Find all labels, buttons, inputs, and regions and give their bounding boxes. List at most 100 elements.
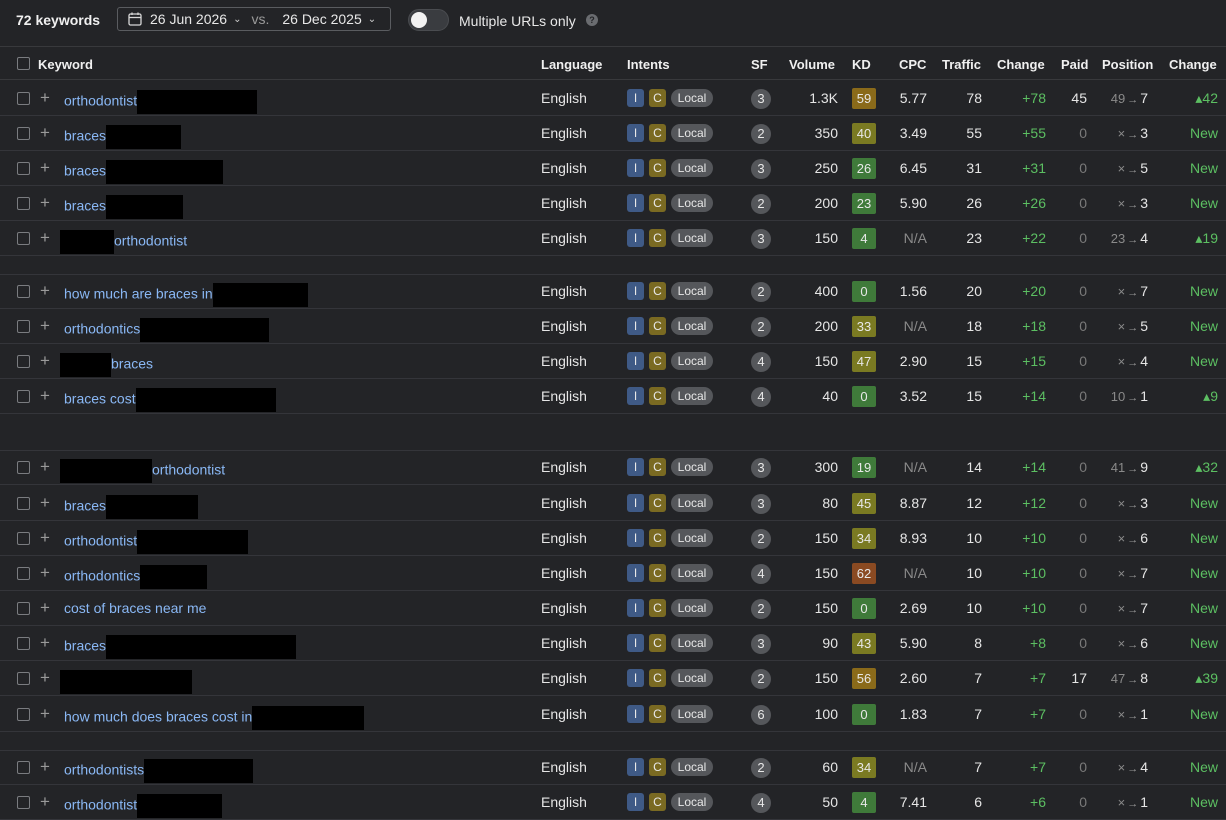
row-checkbox[interactable] xyxy=(17,602,30,615)
add-icon[interactable]: + xyxy=(40,158,50,178)
serp-features-count[interactable]: 2 xyxy=(751,599,771,619)
row-checkbox[interactable] xyxy=(17,162,30,175)
add-icon[interactable]: + xyxy=(40,123,50,143)
keyword-link[interactable]: braces xyxy=(64,635,297,659)
keyword-link[interactable]: orthodontist xyxy=(64,530,249,554)
col-change[interactable]: Change xyxy=(997,57,1045,72)
keyword-link[interactable] xyxy=(60,670,192,694)
paid-traffic: 0 xyxy=(1079,565,1087,581)
row-checkbox[interactable] xyxy=(17,567,30,580)
row-checkbox[interactable] xyxy=(17,390,30,403)
serp-features-count[interactable]: 4 xyxy=(751,564,771,584)
row-checkbox[interactable] xyxy=(17,761,30,774)
col-position-change[interactable]: Change xyxy=(1169,57,1217,72)
add-icon[interactable]: + xyxy=(40,668,50,688)
serp-features-count[interactable]: 2 xyxy=(751,282,771,302)
date-range-picker[interactable]: 26 Jun 2026 ⌄ vs. 26 Dec 2025 ⌄ xyxy=(117,7,391,31)
keyword-link[interactable]: braces cost xyxy=(64,388,276,412)
add-icon[interactable]: + xyxy=(40,351,50,371)
add-icon[interactable]: + xyxy=(40,281,50,301)
help-icon[interactable]: ? xyxy=(586,14,598,26)
keyword-link[interactable]: how much are braces in xyxy=(64,283,308,307)
row-checkbox[interactable] xyxy=(17,320,30,333)
serp-features-count[interactable]: 6 xyxy=(751,705,771,725)
keyword-link[interactable]: braces xyxy=(64,495,199,519)
add-icon[interactable]: + xyxy=(40,792,50,812)
serp-features-count[interactable]: 2 xyxy=(751,317,771,337)
serp-features-count[interactable]: 2 xyxy=(751,124,771,144)
serp-features-count[interactable]: 3 xyxy=(751,159,771,179)
row-checkbox[interactable] xyxy=(17,285,30,298)
add-icon[interactable]: + xyxy=(40,457,50,477)
col-kd[interactable]: KD xyxy=(852,57,871,72)
serp-features-count[interactable]: 4 xyxy=(751,352,771,372)
add-icon[interactable]: + xyxy=(40,598,50,618)
col-language[interactable]: Language xyxy=(541,57,602,72)
serp-features-count[interactable]: 3 xyxy=(751,229,771,249)
keyword-link[interactable]: cost of braces near me xyxy=(64,600,206,616)
keyword-link[interactable]: braces xyxy=(64,125,182,149)
col-sf[interactable]: SF xyxy=(751,57,768,72)
add-icon[interactable]: + xyxy=(40,386,50,406)
add-icon[interactable]: + xyxy=(40,528,50,548)
add-icon[interactable]: + xyxy=(40,193,50,213)
row-checkbox[interactable] xyxy=(17,637,30,650)
keyword-link[interactable]: orthodontist xyxy=(60,459,225,483)
keyword-link[interactable]: orthodontists xyxy=(64,759,254,783)
row-checkbox[interactable] xyxy=(17,672,30,685)
add-icon[interactable]: + xyxy=(40,316,50,336)
traffic: 20 xyxy=(966,283,982,299)
keyword-link[interactable]: orthodontics xyxy=(64,565,208,589)
row-checkbox[interactable] xyxy=(17,127,30,140)
add-icon[interactable]: + xyxy=(40,704,50,724)
col-keyword[interactable]: Keyword xyxy=(38,57,93,72)
serp-features-count[interactable]: 2 xyxy=(751,669,771,689)
col-position[interactable]: Position xyxy=(1102,57,1153,72)
keyword-link[interactable]: braces xyxy=(60,353,153,377)
row-checkbox[interactable] xyxy=(17,232,30,245)
serp-features-count[interactable]: 2 xyxy=(751,529,771,549)
serp-features-count[interactable]: 4 xyxy=(751,793,771,813)
keyword-link[interactable]: orthodontist xyxy=(60,230,187,254)
serp-features-count[interactable]: 3 xyxy=(751,634,771,654)
add-icon[interactable]: + xyxy=(40,757,50,777)
col-volume[interactable]: Volume xyxy=(789,57,835,72)
paid-traffic: 0 xyxy=(1079,125,1087,141)
keyword-link[interactable]: how much does braces cost in xyxy=(64,706,365,730)
add-icon[interactable]: + xyxy=(40,228,50,248)
add-icon[interactable]: + xyxy=(40,633,50,653)
serp-features-count[interactable]: 3 xyxy=(751,458,771,478)
col-intents[interactable]: Intents xyxy=(627,57,670,72)
row-checkbox[interactable] xyxy=(17,532,30,545)
keyword-link[interactable]: braces xyxy=(64,160,224,184)
add-icon[interactable]: + xyxy=(40,563,50,583)
serp-features-count[interactable]: 3 xyxy=(751,494,771,514)
position-to: 7 xyxy=(1140,565,1148,581)
cpc: 3.49 xyxy=(899,125,927,141)
row-checkbox[interactable] xyxy=(17,197,30,210)
row-checkbox[interactable] xyxy=(17,796,30,809)
serp-features-count[interactable]: 3 xyxy=(751,89,771,109)
row-checkbox[interactable] xyxy=(17,461,30,474)
serp-features-count[interactable]: 2 xyxy=(751,194,771,214)
row-checkbox[interactable] xyxy=(17,708,30,721)
multiple-urls-toggle[interactable] xyxy=(408,9,449,31)
serp-features-count[interactable]: 2 xyxy=(751,758,771,778)
add-icon[interactable]: + xyxy=(40,88,50,108)
keyword-link[interactable]: braces xyxy=(64,195,184,219)
add-icon[interactable]: + xyxy=(40,493,50,513)
serp-features-count[interactable]: 4 xyxy=(751,387,771,407)
keyword-link[interactable]: orthodontist xyxy=(64,90,258,114)
table-row: + orthodontist English I C Local 3 150 4 N/A 23 +22… xyxy=(0,221,1226,256)
row-checkbox[interactable] xyxy=(17,92,30,105)
keyword-link[interactable]: orthodontics xyxy=(64,318,270,342)
keyword-link[interactable]: orthodontist xyxy=(64,794,223,818)
row-checkbox[interactable] xyxy=(17,497,30,510)
row-checkbox[interactable] xyxy=(17,355,30,368)
col-cpc[interactable]: CPC xyxy=(899,57,926,72)
redacted-block xyxy=(135,388,276,412)
col-traffic[interactable]: Traffic xyxy=(942,57,981,72)
select-all-checkbox[interactable] xyxy=(17,57,30,70)
col-paid[interactable]: Paid xyxy=(1061,57,1088,72)
language: English xyxy=(541,635,587,651)
